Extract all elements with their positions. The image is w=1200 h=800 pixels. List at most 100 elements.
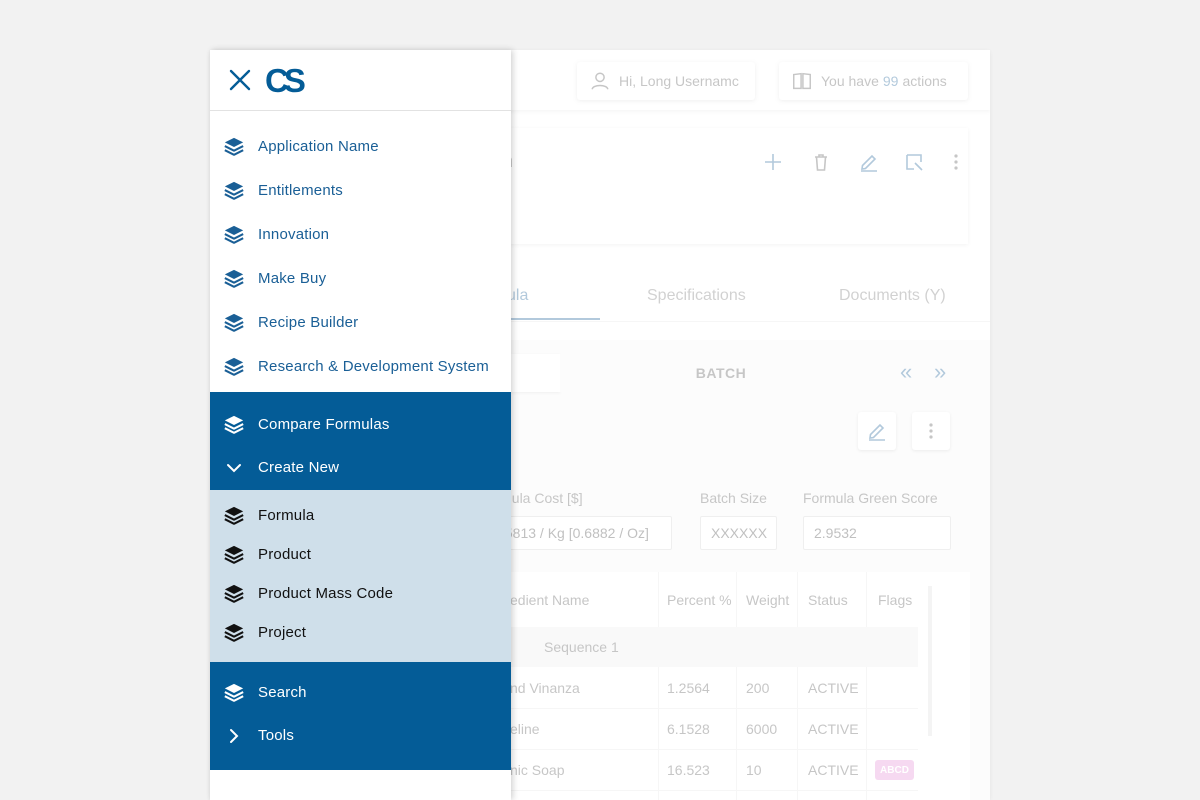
sidebar-item-tools[interactable]: Tools — [210, 716, 511, 756]
delete-icon[interactable] — [809, 150, 833, 174]
ingredient-weight: 200 — [746, 680, 770, 696]
segment-batch[interactable]: BATCH — [560, 354, 882, 392]
actions-suffix: actions — [902, 73, 947, 89]
sidebar-item-label: Recipe Builder — [258, 314, 359, 331]
cs-logo: CS — [266, 63, 306, 97]
sidebar-item-label: Tools — [258, 727, 295, 744]
ingredient-status: ACTIVE — [808, 680, 859, 696]
actions-prefix: You have — [821, 73, 879, 89]
sidebar-item-search[interactable]: Search — [210, 673, 511, 713]
layers-icon — [223, 180, 245, 202]
sequence-label: Sequence 1 — [544, 639, 619, 655]
edit-icon — [869, 423, 885, 441]
submenu-item-formula[interactable]: Formula — [210, 498, 511, 534]
ingredient-name: nic Soap — [510, 762, 565, 778]
more-vertical-icon[interactable] — [944, 150, 968, 174]
book-icon — [793, 72, 811, 90]
svg-text:CS: CS — [266, 63, 305, 97]
tab-documents[interactable]: Documents (Y) — [839, 287, 946, 305]
user-icon — [591, 72, 609, 90]
application-list: Application Name Entitlements Innovation… — [210, 125, 511, 389]
column-header-percent[interactable]: Percent % — [667, 592, 732, 608]
layers-icon — [223, 356, 245, 378]
segment-active[interactable] — [510, 354, 560, 392]
sidebar-item-application-name[interactable]: Application Name — [210, 125, 511, 169]
layers-icon — [223, 268, 245, 290]
submenu-item-project[interactable]: Project — [210, 615, 511, 651]
layers-icon — [223, 583, 245, 605]
ingredient-status: ACTIVE — [808, 762, 859, 778]
layers-icon — [223, 224, 245, 246]
column-header-name[interactable]: edient Name — [510, 592, 589, 608]
sidebar-item-label: Innovation — [258, 226, 330, 243]
actions-chip[interactable]: You have 99 actions — [779, 62, 968, 100]
ingredient-name: nd Vinanza — [510, 680, 580, 696]
sidebar-item-label: Search — [258, 684, 307, 701]
chevron-down-icon — [227, 464, 241, 473]
table-scrollbar[interactable] — [928, 586, 932, 736]
double-chevron-right-icon[interactable]: » — [934, 361, 946, 383]
sidebar-item-compare-formulas[interactable]: Compare Formulas — [210, 405, 511, 445]
sidebar-item-entitlements[interactable]: Entitlements — [210, 169, 511, 213]
submenu-item-product[interactable]: Product — [210, 537, 511, 573]
sidebar-item-make-buy[interactable]: Make Buy — [210, 257, 511, 301]
ingredient-name: eline — [510, 721, 540, 737]
sidebar-item-label: Compare Formulas — [258, 416, 390, 433]
flag-badge: ABCD — [875, 760, 914, 780]
ingredient-weight: 6000 — [746, 721, 778, 737]
cost-label: nula Cost [$] — [504, 490, 583, 506]
sidebar-item-innovation[interactable]: Innovation — [210, 213, 511, 257]
sidebar-item-recipe-builder[interactable]: Recipe Builder — [210, 301, 511, 345]
submenu-item-label: Project — [258, 624, 307, 641]
green-score-label: Formula Green Score — [803, 490, 938, 506]
sidebar-item-label: Make Buy — [258, 270, 327, 287]
chevron-right-icon — [230, 729, 239, 743]
active-tab-indicator — [500, 318, 600, 320]
sidebar-item-create-new[interactable]: Create New — [210, 448, 511, 488]
add-icon[interactable] — [761, 150, 785, 174]
layers-icon — [223, 414, 245, 436]
more-vertical-icon — [929, 423, 933, 439]
layers-icon — [223, 622, 245, 644]
ingredient-weight: 10 — [746, 762, 762, 778]
tab-specifications[interactable]: Specifications — [647, 287, 746, 305]
layers-icon — [223, 312, 245, 334]
actions-section: Compare Formulas Create New — [210, 392, 511, 490]
ingredient-percent: 1.2564 — [667, 680, 710, 696]
edit-icon[interactable] — [857, 150, 881, 174]
column-header-flags[interactable]: Flags — [878, 592, 912, 608]
column-header-status[interactable]: Status — [808, 592, 848, 608]
sidebar-item-label: Create New — [258, 459, 340, 476]
double-chevron-left-icon[interactable]: « — [900, 361, 912, 383]
nav-drawer: CS Application Name Entitlements Innovat… — [210, 50, 511, 800]
submenu-item-label: Formula — [258, 507, 315, 524]
ingredient-percent: 16.523 — [667, 762, 710, 778]
ingredient-status: ACTIVE — [808, 721, 859, 737]
submenu-item-label: Product — [258, 546, 312, 563]
ingredient-percent: 6.1528 — [667, 721, 710, 737]
green-score-field[interactable]: 2.9532 — [803, 516, 951, 550]
select-icon[interactable] — [902, 150, 926, 174]
layers-icon — [223, 682, 245, 704]
batch-size-label: Batch Size — [700, 490, 767, 506]
user-greeting: Hi, Long Usernamc — [619, 73, 739, 89]
edit-formula-button[interactable] — [858, 412, 896, 450]
user-chip[interactable]: Hi, Long Usernamc — [577, 62, 755, 100]
column-header-weight[interactable]: Weight — [746, 592, 789, 608]
close-icon[interactable] — [228, 68, 252, 92]
batch-size-field[interactable]: XXXXXX — [700, 516, 777, 550]
more-options-button[interactable] — [912, 412, 950, 450]
cost-field[interactable]: .5813 / Kg [0.6882 / Oz] — [490, 516, 672, 550]
sidebar-item-research-development[interactable]: Research & Development System — [210, 345, 511, 389]
layers-icon — [223, 136, 245, 158]
layers-icon — [223, 544, 245, 566]
sidebar-item-label: Entitlements — [258, 182, 343, 199]
utilities-section: Search Tools — [210, 662, 511, 770]
sidebar-item-label: Research & Development System — [258, 358, 489, 375]
create-new-submenu: Formula Product Product Mass Code Projec… — [210, 490, 511, 662]
submenu-item-label: Product Mass Code — [258, 585, 394, 602]
submenu-item-product-mass-code[interactable]: Product Mass Code — [210, 576, 511, 612]
actions-count: 99 — [882, 73, 899, 89]
layers-icon — [223, 505, 245, 527]
drawer-header: CS — [210, 50, 511, 111]
